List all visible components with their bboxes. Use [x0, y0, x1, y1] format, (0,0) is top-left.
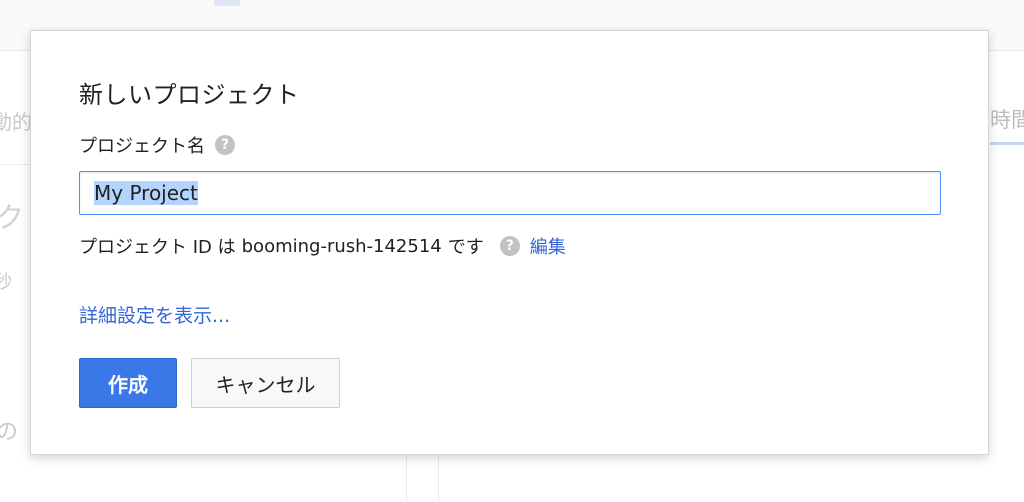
project-name-label-row: プロジェクト名 ?	[79, 132, 235, 158]
background-text: の	[0, 420, 19, 445]
cancel-button[interactable]: キャンセル	[191, 358, 340, 408]
new-project-dialog: 新しいプロジェクト プロジェクト名 ? プロジェクト ID は booming-…	[30, 30, 989, 455]
project-id-suffix: です	[447, 237, 484, 258]
project-id-value: booming-rush-142514	[241, 235, 442, 257]
project-id-prefix: プロジェクト ID は	[79, 237, 236, 258]
background-text: 動的	[0, 110, 32, 134]
create-button[interactable]: 作成	[79, 358, 177, 408]
edit-project-id-link[interactable]: 編集	[530, 233, 566, 259]
dialog-title: 新しいプロジェクト	[79, 81, 300, 109]
background-text: ク	[0, 201, 25, 234]
background-text: 秒	[0, 272, 12, 293]
project-name-label: プロジェクト名	[79, 136, 205, 157]
background-divider	[406, 456, 407, 502]
background-tab-underline	[990, 142, 1024, 145]
screen: 動的 ク 秒 の 時間 新しいプロジェクト プロジェクト名 ? プロジェクト I…	[0, 0, 1024, 502]
project-name-input[interactable]	[79, 171, 941, 215]
help-icon[interactable]: ?	[215, 135, 235, 155]
show-advanced-options-link[interactable]: 詳細設定を表示...	[79, 301, 230, 328]
background-divider	[0, 164, 30, 165]
project-id-row: プロジェクト ID は booming-rush-142514 です ? 編集	[79, 233, 566, 259]
help-icon[interactable]: ?	[499, 236, 520, 256]
background-tab-label: 時間	[990, 108, 1024, 132]
background-divider	[438, 456, 439, 502]
background-top-chip	[214, 0, 240, 6]
